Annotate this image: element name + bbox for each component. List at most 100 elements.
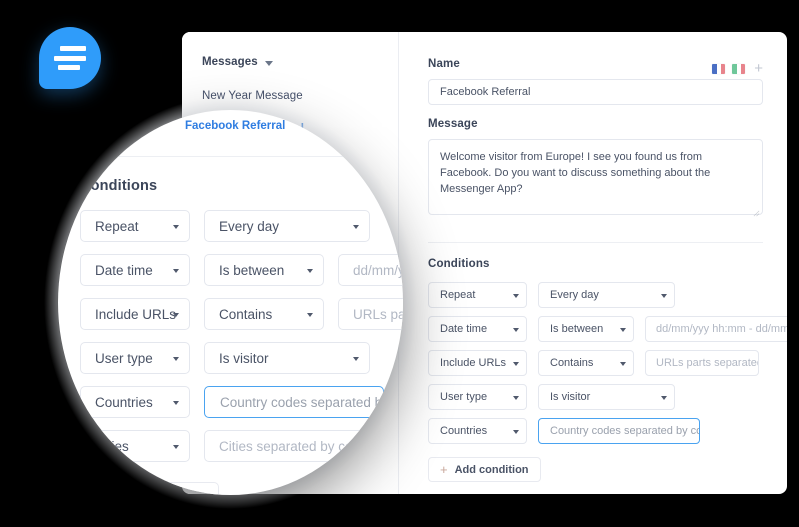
condition-operator-value: Contains xyxy=(219,306,273,322)
condition-type-value: User type xyxy=(95,350,153,366)
lens-section-divider xyxy=(58,156,403,157)
condition-type-value: Date time xyxy=(95,262,153,278)
condition-row: Include URLs Contains URLs parts se xyxy=(80,298,403,330)
condition-type-value: Include URLs xyxy=(95,306,177,322)
condition-value-input[interactable]: Cities separated by commas xyxy=(204,430,384,462)
condition-operator-select[interactable]: Is visitor xyxy=(204,342,370,374)
condition-value-placeholder: URLs parts se xyxy=(353,306,403,322)
chevron-down-icon xyxy=(513,361,519,366)
message-editor-panel: Name + Message Welcome visitor from Euro… xyxy=(399,32,787,494)
add-condition-button[interactable]: + Add condition xyxy=(80,482,220,496)
chevron-down-icon xyxy=(661,293,667,298)
plus-icon: + xyxy=(440,462,448,477)
add-language-plus-icon[interactable]: + xyxy=(754,61,763,76)
chevron-down-icon xyxy=(620,361,626,366)
conditions-title: Conditions xyxy=(428,258,490,270)
condition-type-select[interactable]: Countries xyxy=(428,418,527,444)
add-condition-label: Add condition xyxy=(454,463,529,476)
chevron-down-icon xyxy=(513,395,519,400)
condition-type-select[interactable]: Repeat xyxy=(428,282,527,308)
chevron-down-icon xyxy=(173,312,179,317)
condition-value-input[interactable]: URLs parts se xyxy=(338,298,403,330)
condition-type-value: User type xyxy=(440,391,488,403)
condition-value-placeholder: Cities separated by commas xyxy=(219,438,384,454)
condition-type-select[interactable]: User type xyxy=(428,384,527,410)
condition-operator-value: Is between xyxy=(219,262,285,278)
condition-value-input[interactable]: Country codes separated by commas xyxy=(204,386,384,418)
message-input-wrapper: Welcome visitor from Europe! I see you f… xyxy=(428,139,763,220)
bubble-line-1 xyxy=(60,46,86,51)
condition-operator-value: Is between xyxy=(550,323,604,335)
condition-type-value: Countries xyxy=(440,425,488,437)
sidebar-header-label: Messages xyxy=(202,56,258,68)
message-textarea[interactable]: Welcome visitor from Europe! I see you f… xyxy=(428,139,763,215)
condition-row: Date time Is between dd/mm/yyy hh:mm xyxy=(80,254,403,286)
chevron-down-icon xyxy=(513,293,519,298)
chevron-down-icon xyxy=(307,312,313,317)
condition-operator-select[interactable]: Every day xyxy=(204,210,370,242)
chevron-down-icon xyxy=(353,356,359,361)
magnifier-content: Facebook Referral Conditions Repeat Ever… xyxy=(58,110,403,495)
condition-type-select[interactable]: Date time xyxy=(428,316,527,342)
condition-operator-value: Is visitor xyxy=(219,350,269,366)
chevron-down-icon xyxy=(513,327,519,332)
app-logo xyxy=(39,27,101,89)
condition-type-select[interactable]: Date time xyxy=(80,254,190,286)
condition-type-select[interactable]: Countries xyxy=(80,386,190,418)
name-label: Name xyxy=(428,58,460,70)
chevron-down-icon xyxy=(173,356,179,361)
condition-operator-value: Contains xyxy=(550,357,594,369)
chevron-down-icon xyxy=(173,224,179,229)
condition-type-select[interactable]: Include URLs xyxy=(428,350,527,376)
condition-value-input[interactable]: dd/mm/yyy hh:mm xyxy=(338,254,403,286)
condition-operator-value: Every day xyxy=(219,218,280,234)
condition-type-value: Include URLs xyxy=(440,357,507,369)
condition-operator-select[interactable]: Is visitor xyxy=(538,384,675,410)
condition-type-select[interactable]: Cities xyxy=(80,430,190,462)
condition-row: Repeat Every day xyxy=(428,282,763,308)
lens-conditions-title: Conditions xyxy=(80,178,158,194)
chevron-down-icon xyxy=(173,268,179,273)
chevron-down-icon xyxy=(264,60,273,66)
condition-operator-select[interactable]: Is between xyxy=(538,316,634,342)
sidebar-header[interactable]: Messages xyxy=(202,56,398,68)
condition-type-value: Repeat xyxy=(95,218,139,234)
condition-operator-select[interactable]: Contains xyxy=(204,298,324,330)
condition-operator-select[interactable]: Every day xyxy=(538,282,675,308)
condition-value-input[interactable]: URLs parts separated by commas xyxy=(645,350,759,376)
condition-row: Repeat Every day xyxy=(80,210,403,242)
condition-operator-select[interactable]: Contains xyxy=(538,350,634,376)
add-condition-label: Add condition xyxy=(113,490,204,495)
condition-type-value: Date time xyxy=(440,323,488,335)
magnifier-lens: Facebook Referral Conditions Repeat Ever… xyxy=(58,110,403,495)
condition-type-select[interactable]: User type xyxy=(80,342,190,374)
condition-type-value: Countries xyxy=(95,394,153,410)
condition-type-value: Cities xyxy=(95,438,129,454)
condition-type-select[interactable]: Repeat xyxy=(80,210,190,242)
sidebar-item-new-year-message[interactable]: New Year Message xyxy=(202,90,398,102)
condition-row: User type Is visitor xyxy=(80,342,403,374)
add-condition-button[interactable]: + Add condition xyxy=(428,457,541,482)
message-label: Message xyxy=(428,118,478,130)
condition-row: Countries Country codes separated by com… xyxy=(80,386,403,418)
bubble-line-3 xyxy=(58,65,80,70)
condition-value-input[interactable]: Country codes separated by commas xyxy=(538,418,700,444)
french-flag-icon[interactable] xyxy=(712,63,726,74)
name-input[interactable] xyxy=(428,79,763,105)
name-label-row: Name + xyxy=(428,58,763,79)
plus-icon: + xyxy=(95,489,104,496)
condition-type-value: Repeat xyxy=(440,289,476,301)
chevron-down-icon xyxy=(620,327,626,332)
sidebar-item-label: New Year Message xyxy=(202,90,303,102)
chevron-down-icon xyxy=(307,268,313,273)
condition-value-placeholder: URLs parts separated by commas xyxy=(656,357,759,369)
italian-flag-icon[interactable] xyxy=(732,63,746,74)
chevron-down-icon xyxy=(173,400,179,405)
condition-value-input[interactable]: dd/mm/yyy hh:mm - dd/mm/yyy hh:mm xyxy=(645,316,787,342)
language-switcher: + xyxy=(712,61,763,76)
bubble-line-2 xyxy=(54,55,86,61)
condition-operator-select[interactable]: Is between xyxy=(204,254,324,286)
condition-row: Cities Cities separated by commas xyxy=(80,430,403,462)
chevron-down-icon xyxy=(353,224,359,229)
condition-type-select[interactable]: Include URLs xyxy=(80,298,190,330)
